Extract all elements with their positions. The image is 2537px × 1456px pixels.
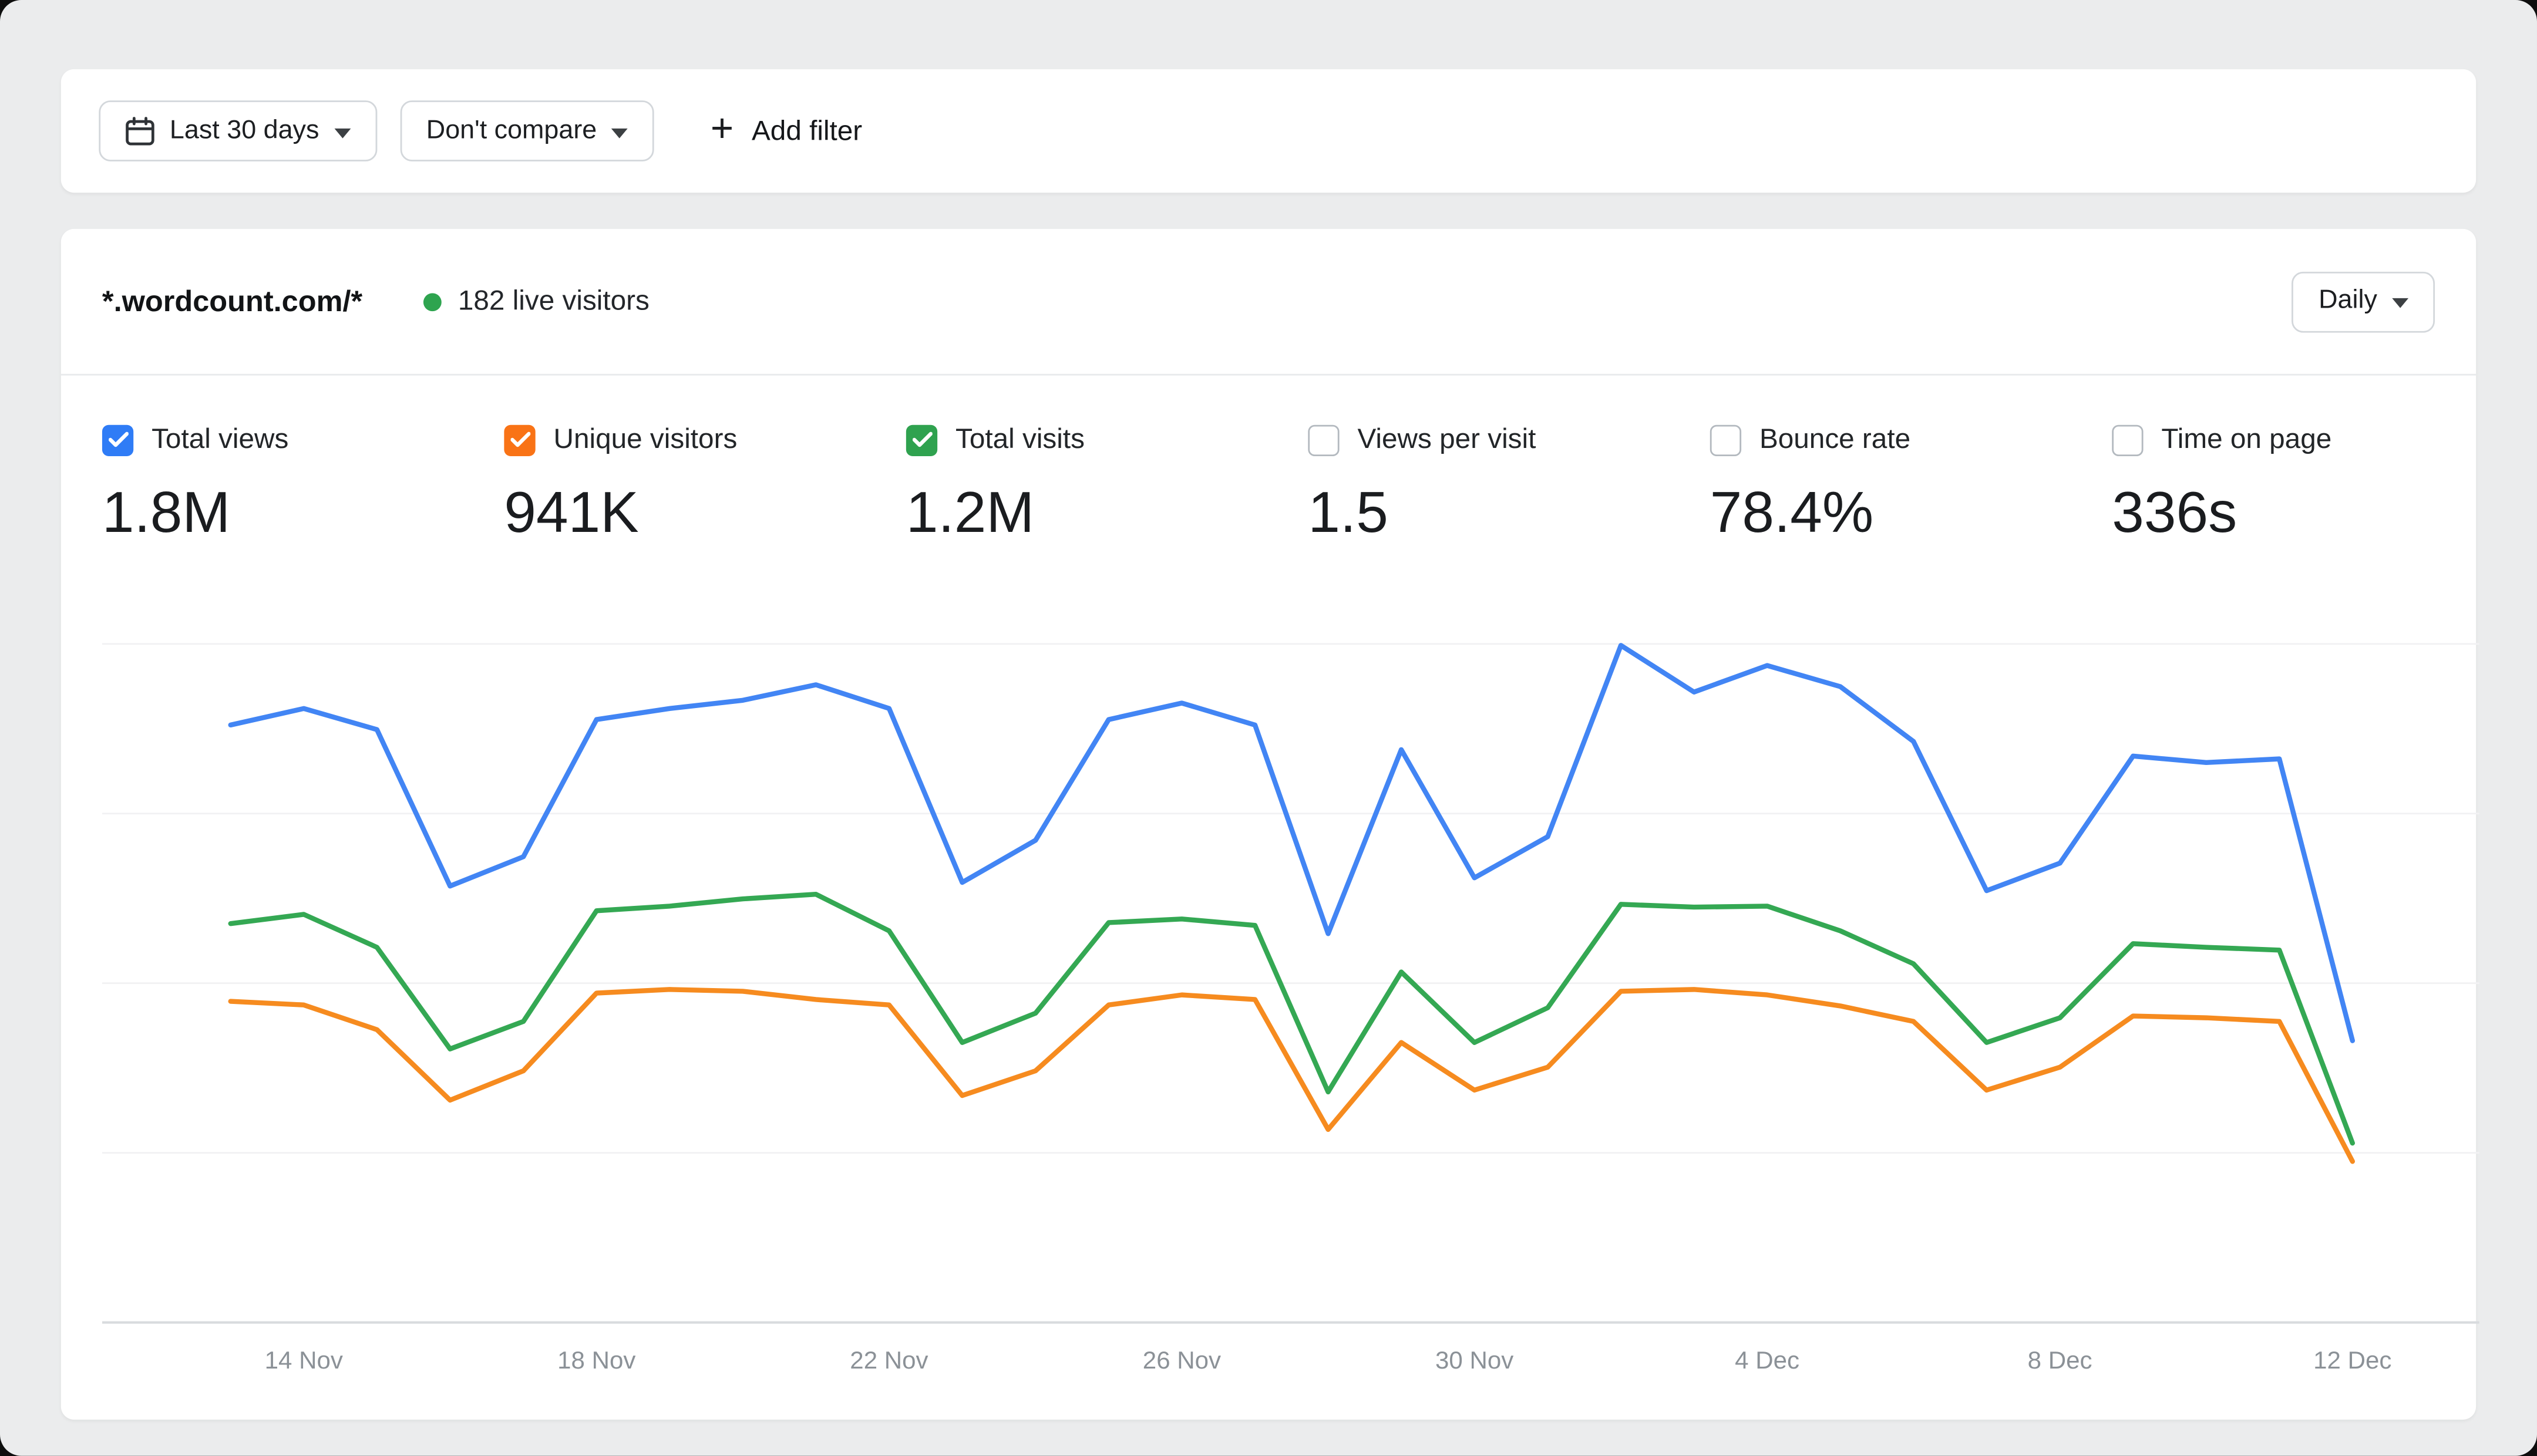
metric-value: 336s	[2112, 481, 2331, 547]
plus-icon: +	[711, 110, 733, 149]
series-line-total-visits	[231, 894, 2353, 1143]
metric-label: Views per visit	[1357, 423, 1536, 456]
metric-unique-visitors: Unique visitors 941K	[504, 423, 906, 547]
metric-value: 1.2M	[906, 481, 1308, 547]
metric-value: 1.8M	[102, 481, 504, 547]
card-header: *.wordcount.com/* 182 live visitors Dail…	[61, 229, 2476, 376]
metric-label: Time on page	[2161, 423, 2331, 456]
compare-label: Don't compare	[426, 116, 597, 146]
metric-head: Time on page	[2112, 423, 2331, 456]
metric-views-per-visit: Views per visit 1.5	[1308, 423, 1710, 547]
x-tick-label: 22 Nov	[850, 1346, 928, 1374]
metric-checkbox[interactable]	[1710, 424, 1741, 455]
check-icon	[912, 432, 932, 448]
compare-button[interactable]: Don't compare	[400, 100, 655, 161]
x-tick-label: 12 Dec	[2313, 1346, 2391, 1374]
live-dot-icon	[423, 292, 442, 311]
traffic-chart[interactable]: 14 Nov 18 Nov 22 Nov 26 Nov 30 Nov 4 Dec 8 Dec…	[102, 642, 2479, 1391]
metrics-row: Total views 1.8M Unique visitors 941K	[61, 376, 2476, 547]
date-range-button[interactable]: Last 30 days	[99, 100, 376, 161]
chevron-down-icon	[2392, 287, 2408, 316]
interval-label: Daily	[2319, 287, 2377, 316]
metric-head: Total visits	[906, 423, 1308, 456]
metric-total-visits: Total visits 1.2M	[906, 423, 1308, 547]
metric-label: Total views	[152, 423, 288, 456]
metric-value: 941K	[504, 481, 906, 547]
metric-total-views: Total views 1.8M	[102, 423, 504, 547]
interval-select[interactable]: Daily	[2292, 271, 2435, 332]
metric-label: Bounce rate	[1759, 423, 1910, 456]
add-filter-label: Add filter	[752, 114, 862, 147]
metric-checkbox[interactable]	[906, 424, 937, 455]
analytics-card: *.wordcount.com/* 182 live visitors Dail…	[61, 229, 2476, 1420]
filter-toolbar: Last 30 days Don't compare + Add filter	[61, 69, 2476, 193]
traffic-chart-canvas[interactable]: 14 Nov 18 Nov 22 Nov 26 Nov 30 Nov 4 Dec 8 Dec…	[102, 642, 2479, 1391]
metric-checkbox[interactable]	[1308, 424, 1339, 455]
add-filter-button[interactable]: + Add filter	[701, 111, 872, 150]
x-tick-label: 18 Nov	[557, 1346, 635, 1374]
chevron-down-icon	[334, 116, 351, 146]
metric-label: Unique visitors	[554, 423, 738, 456]
metric-value: 78.4%	[1710, 481, 2112, 547]
metric-head: Views per visit	[1308, 423, 1710, 456]
metric-checkbox[interactable]	[2112, 424, 2143, 455]
x-tick-label: 30 Nov	[1435, 1346, 1513, 1374]
chevron-down-icon	[612, 116, 628, 146]
metric-checkbox[interactable]	[504, 424, 535, 455]
calendar-icon	[125, 116, 154, 146]
check-icon	[510, 432, 530, 448]
x-tick-label: 4 Dec	[1735, 1346, 1799, 1374]
series-line-unique-visitors	[231, 989, 2353, 1161]
metric-head: Bounce rate	[1710, 423, 2112, 456]
metric-head: Total views	[102, 423, 504, 456]
metric-head: Unique visitors	[504, 423, 906, 456]
live-visitors[interactable]: 182 live visitors	[423, 285, 650, 318]
check-icon	[108, 432, 128, 448]
metric-value: 1.5	[1308, 481, 1710, 547]
analytics-page: Last 30 days Don't compare + Add filter …	[0, 0, 2537, 1456]
metric-bounce-rate: Bounce rate 78.4%	[1710, 423, 2112, 547]
x-tick-label: 26 Nov	[1143, 1346, 1221, 1374]
metric-checkbox[interactable]	[102, 424, 133, 455]
site-name: *.wordcount.com/*	[102, 284, 362, 319]
metric-time-on-page: Time on page 336s	[2112, 423, 2331, 547]
metric-label: Total visits	[955, 423, 1085, 456]
x-tick-label: 14 Nov	[265, 1346, 343, 1374]
date-range-label: Last 30 days	[170, 116, 319, 146]
live-visitors-label: 182 live visitors	[458, 285, 650, 318]
x-tick-label: 8 Dec	[2028, 1346, 2092, 1374]
